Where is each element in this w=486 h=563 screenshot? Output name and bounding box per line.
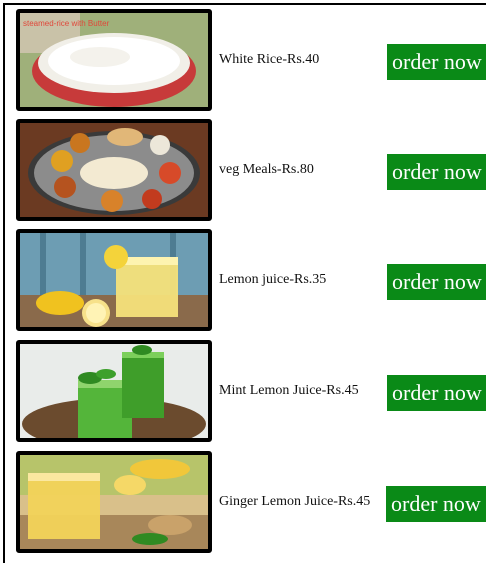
- menu-item-ginger-lemon-juice: Ginger Lemon Juice-Rs.45 order now: [16, 451, 486, 553]
- ginger-lemon-juice-image: [16, 451, 212, 553]
- item-label: Ginger Lemon Juice-Rs.45: [219, 494, 371, 509]
- lemon-juice-image: [16, 229, 212, 331]
- menu-item-mint-lemon-juice: Mint Lemon Juice-Rs.45 order now: [16, 340, 486, 442]
- mint-lemon-juice-image: [16, 340, 212, 442]
- order-now-button[interactable]: order now: [387, 154, 486, 190]
- order-now-button[interactable]: order now: [386, 486, 486, 522]
- menu-item-veg-meals: veg Meals-Rs.80 order now: [16, 119, 486, 221]
- order-now-button[interactable]: order now: [387, 264, 486, 300]
- white-rice-image: steamed-rice with Butter: [16, 9, 212, 111]
- order-now-button[interactable]: order now: [387, 44, 486, 80]
- item-label: veg Meals-Rs.80: [219, 162, 314, 177]
- item-label: White Rice-Rs.40: [219, 52, 320, 67]
- menu-item-white-rice: steamed-rice with Butter White Rice-Rs.4…: [16, 9, 486, 111]
- item-label: Lemon juice-Rs.35: [219, 272, 327, 287]
- veg-meals-image: [16, 119, 212, 221]
- rice-image-overlay-text: steamed-rice with Butter: [23, 19, 110, 28]
- item-label: Mint Lemon Juice-Rs.45: [219, 383, 359, 398]
- menu-item-lemon-juice: Lemon juice-Rs.35 order now: [16, 229, 486, 331]
- order-now-button[interactable]: order now: [387, 375, 486, 411]
